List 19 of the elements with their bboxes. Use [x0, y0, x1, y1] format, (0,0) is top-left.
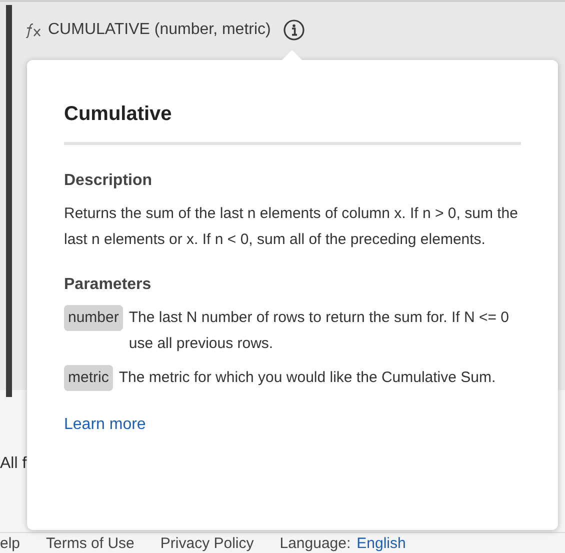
- parameter-description: The last N number of rows to return the sum for. If N <= 0 use all previous rows.: [128, 308, 510, 354]
- info-icon[interactable]: [282, 19, 305, 41]
- footer-text: Language:: [280, 535, 351, 553]
- function-signature: CUMULATIVE (number, metric): [48, 20, 271, 40]
- footer-text: elp: [0, 535, 20, 553]
- parameter-chip: metric: [64, 365, 113, 391]
- description-text: Returns the sum of the last n elements of column x. If n > 0, sum the last n elements or x. If n < 0, sum all of the preceding elements.: [64, 204, 519, 250]
- description-heading: Description: [64, 171, 154, 191]
- language-link[interactable]: English: [356, 535, 406, 553]
- drag-handle[interactable]: [6, 5, 12, 397]
- parameter-description: The metric for which you would like the Cumulative Sum.: [118, 368, 496, 388]
- learn-more-link[interactable]: Learn more: [64, 413, 146, 437]
- function-icon: [24, 22, 42, 38]
- footer-text: Privacy Policy: [160, 535, 254, 553]
- popover-title: Cumulative: [64, 102, 173, 127]
- footer-text: Terms of Use: [46, 535, 134, 553]
- parameters-heading: Parameters: [64, 275, 152, 295]
- parameter-chip: number: [64, 305, 123, 331]
- partial-text: All f: [0, 454, 27, 474]
